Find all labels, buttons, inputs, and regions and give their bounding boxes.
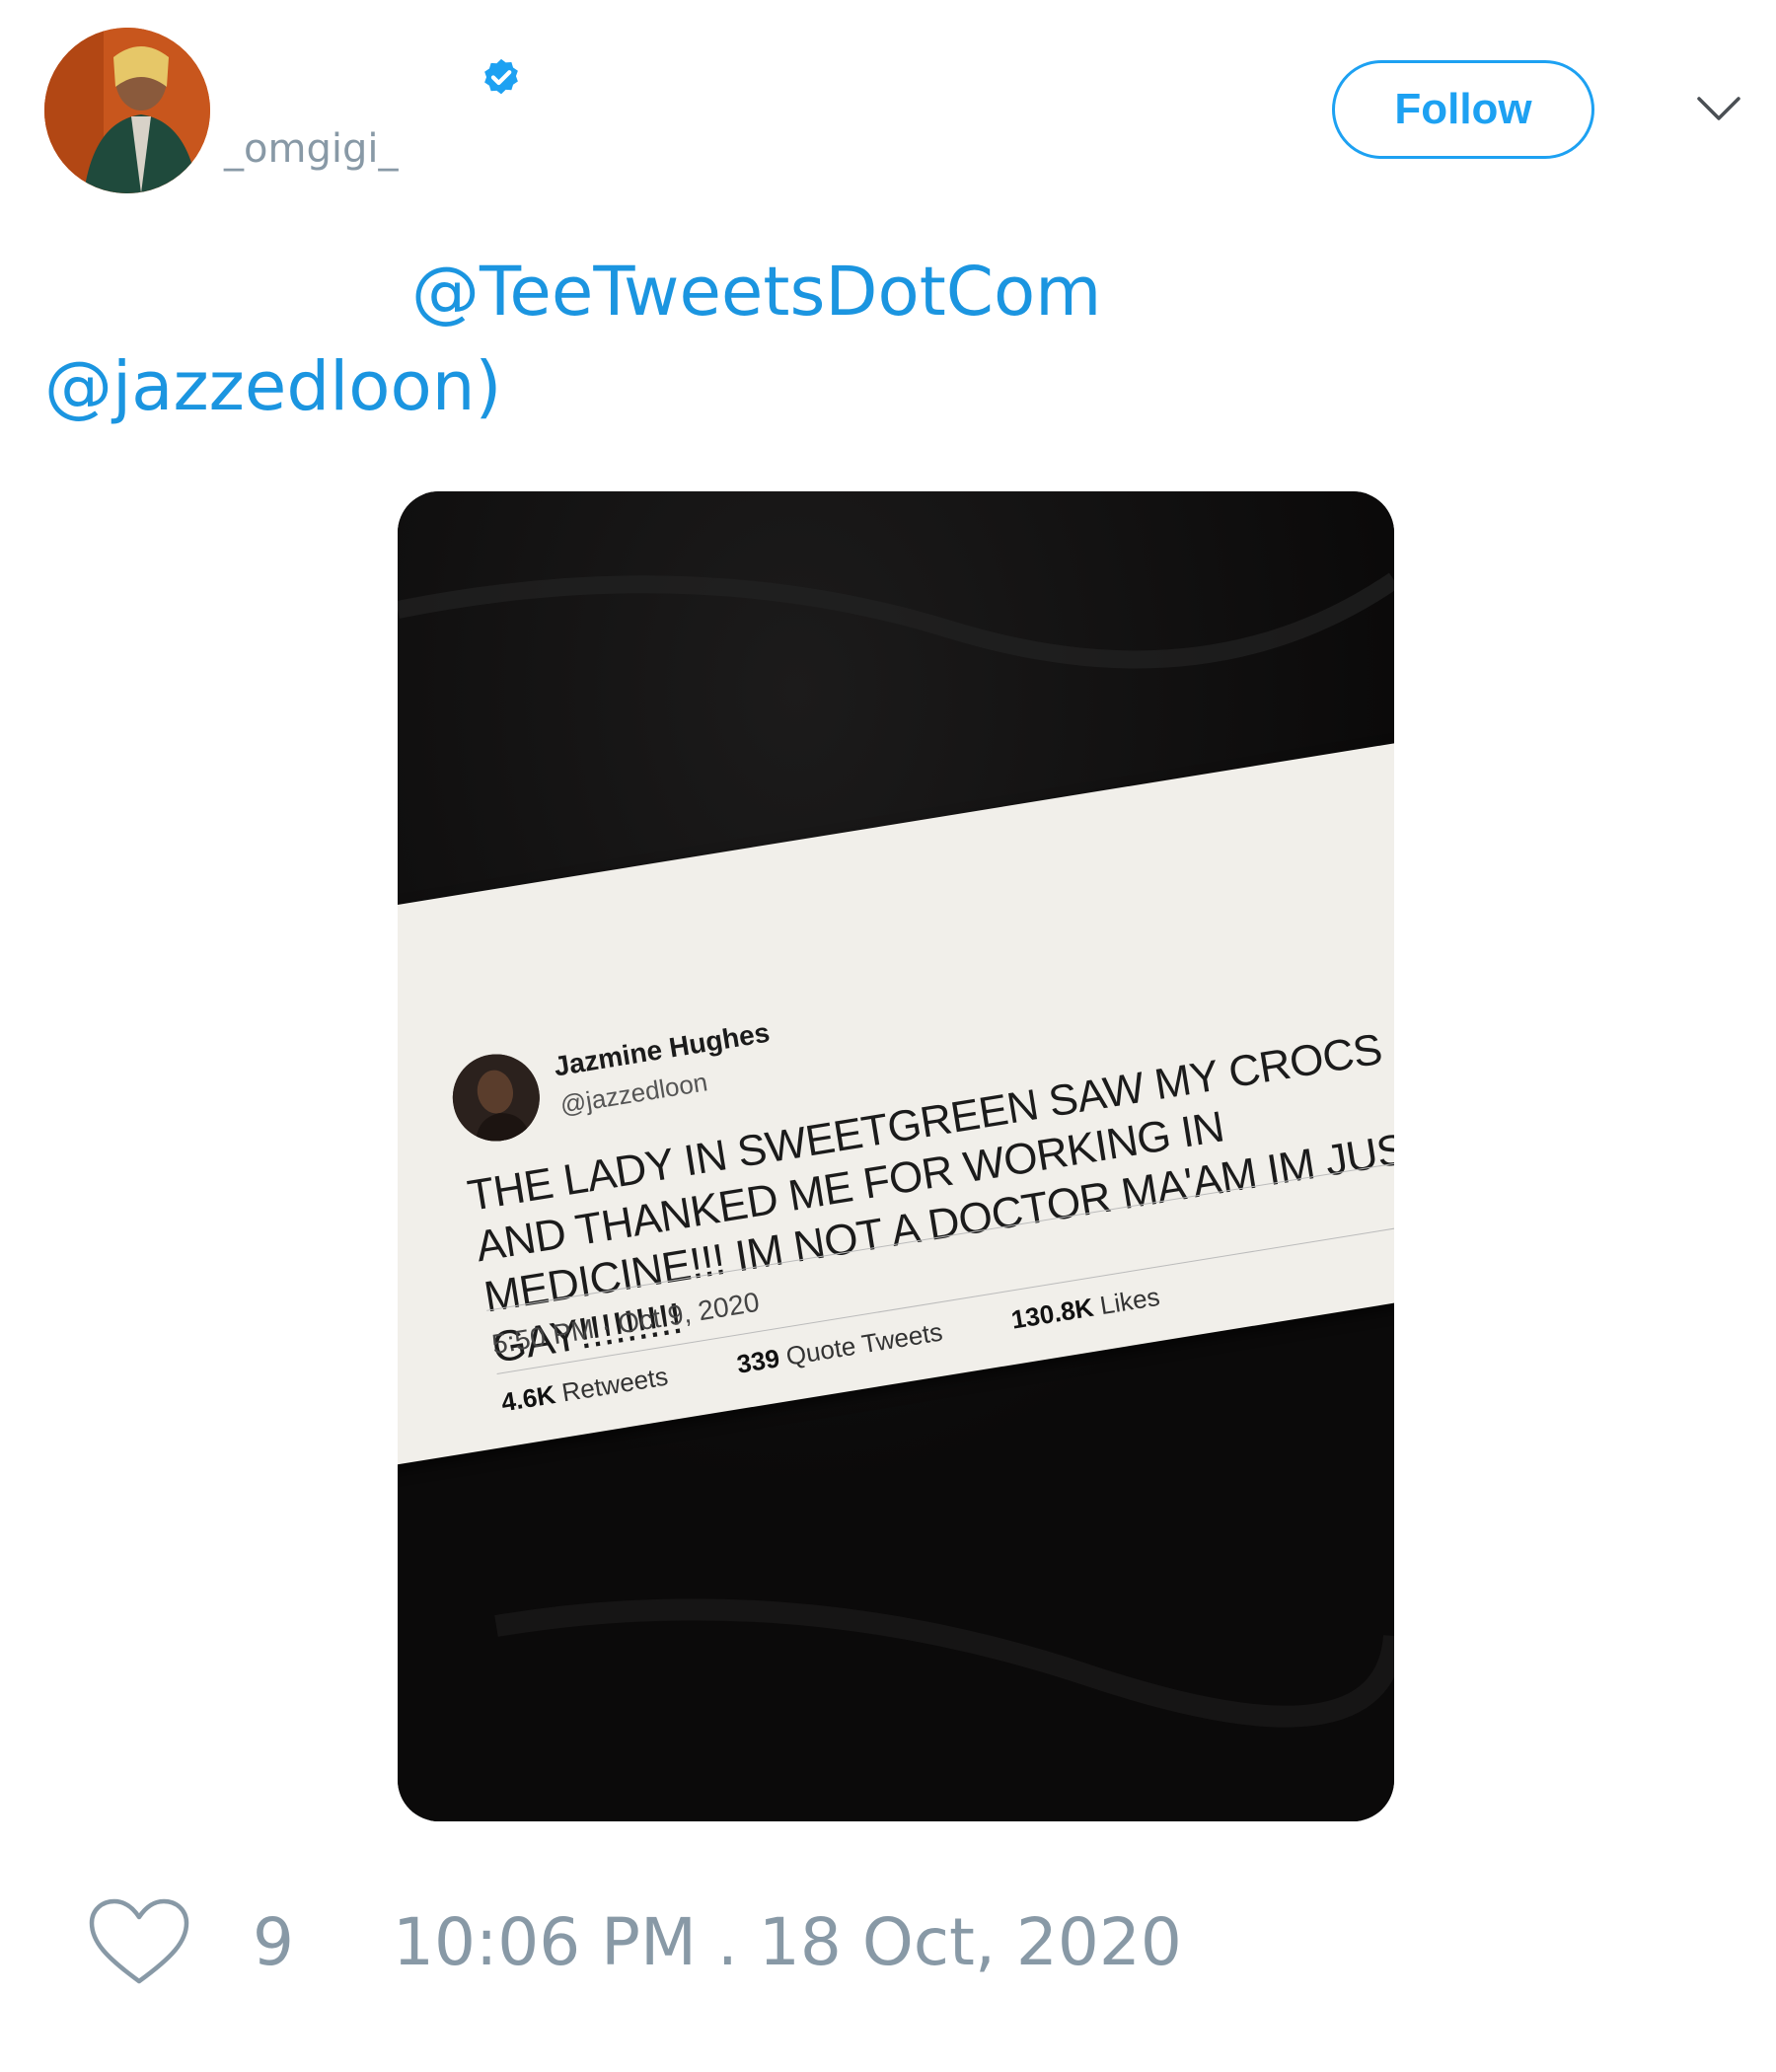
like-count: 9 bbox=[253, 1903, 294, 1980]
retweets-label: Retweets bbox=[559, 1361, 671, 1408]
likes-value: 130.8K bbox=[1008, 1292, 1096, 1335]
tweet-text: @TeeTweetsDotCom @jazzedloon) bbox=[44, 245, 1722, 434]
author-avatar[interactable] bbox=[44, 28, 210, 193]
tweet-media-photo[interactable]: ⌄ Jazmine Hughes @jazzedloon THE LADY IN… bbox=[398, 491, 1394, 1821]
verified-badge-icon bbox=[484, 58, 518, 95]
follow-button[interactable]: Follow bbox=[1332, 60, 1594, 159]
heart-icon bbox=[89, 1898, 189, 1984]
embedded-avatar bbox=[446, 1048, 547, 1147]
mention-jazzedloon[interactable]: @jazzedloon) bbox=[44, 339, 1722, 434]
likes-label: Likes bbox=[1097, 1281, 1162, 1321]
quotes-value: 339 bbox=[734, 1343, 782, 1379]
chevron-down-icon[interactable] bbox=[1695, 89, 1742, 128]
mention-teetweetsdotcom[interactable]: @TeeTweetsDotCom bbox=[44, 245, 1722, 339]
quotes-label: Quote Tweets bbox=[783, 1316, 945, 1371]
retweets-value: 4.6K bbox=[498, 1379, 557, 1418]
author-handle[interactable]: _omgigi_ bbox=[224, 126, 398, 172]
like-button[interactable] bbox=[87, 1894, 197, 1989]
tweet-timestamp[interactable]: 10:06 PM . 18 Oct, 2020 bbox=[393, 1894, 1182, 1989]
